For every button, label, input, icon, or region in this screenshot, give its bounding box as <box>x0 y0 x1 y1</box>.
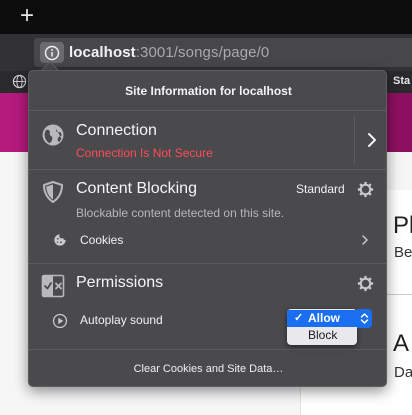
site-info-button[interactable] <box>40 42 64 63</box>
connection-title: Connection <box>76 122 157 139</box>
connection-status: Connection Is Not Secure <box>76 146 213 160</box>
cookie-icon <box>54 234 66 246</box>
connection-section[interactable]: Connection Connection Is Not Secure <box>29 111 386 170</box>
content-blocking-section: Content Blocking Standard Blockable cont… <box>29 170 386 264</box>
card-divider <box>384 294 412 295</box>
select-stepper-icon <box>360 313 369 324</box>
autoplay-icon <box>52 313 68 329</box>
blocking-level: Standard <box>296 182 345 196</box>
autoplay-label: Autoplay sound <box>80 313 163 327</box>
permissions-title: Permissions <box>76 274 164 291</box>
permissions-icon <box>41 274 65 298</box>
new-tab-button[interactable]: + <box>14 3 40 29</box>
connection-details-button[interactable] <box>359 125 385 155</box>
card-subtitle-2: Da <box>394 364 412 381</box>
page-header-accent <box>0 93 28 152</box>
tab-strip: + <box>0 0 412 34</box>
navigation-bar: localhost:3001/songs/page/0 <box>0 34 412 71</box>
card-title: Pl <box>393 212 412 239</box>
panel-title: Site Information for localhost <box>29 71 386 111</box>
url-path: :3001/songs/page/0 <box>135 44 270 61</box>
url-host: localhost <box>69 44 136 61</box>
card-subtitle: Be <box>394 244 412 261</box>
cookies-row[interactable]: Cookies <box>29 226 386 256</box>
option-block[interactable]: Block <box>287 327 357 344</box>
autoplay-select-popup[interactable]: ✓ Allow Block <box>287 309 357 345</box>
option-block-label: Block <box>308 328 338 342</box>
option-allow-label: Allow <box>308 311 340 325</box>
globe-icon <box>42 124 64 146</box>
check-icon: ✓ <box>294 312 304 324</box>
gear-icon[interactable] <box>357 181 374 198</box>
chevron-right-icon <box>368 133 376 147</box>
bookmark-item[interactable]: Sta <box>393 75 410 87</box>
info-icon <box>44 45 60 60</box>
shield-icon <box>43 181 63 203</box>
content-blocking-title: Content Blocking <box>76 180 197 197</box>
clear-cookies-button[interactable]: Clear Cookies and Site Data… <box>29 351 386 386</box>
select-stepper[interactable] <box>357 309 372 328</box>
url-bar[interactable]: localhost:3001/songs/page/0 <box>34 38 412 67</box>
cookies-label: Cookies <box>80 233 124 247</box>
globe-icon[interactable] <box>12 74 27 89</box>
blocking-description: Blockable content detected on this site. <box>76 206 285 220</box>
url-text[interactable]: localhost:3001/songs/page/0 <box>69 44 269 61</box>
chevron-right-icon <box>362 235 368 245</box>
gear-icon[interactable] <box>357 275 374 292</box>
connection-divider <box>354 115 355 165</box>
option-allow[interactable]: ✓ Allow <box>287 310 357 327</box>
card-title-2: A <box>393 330 410 357</box>
